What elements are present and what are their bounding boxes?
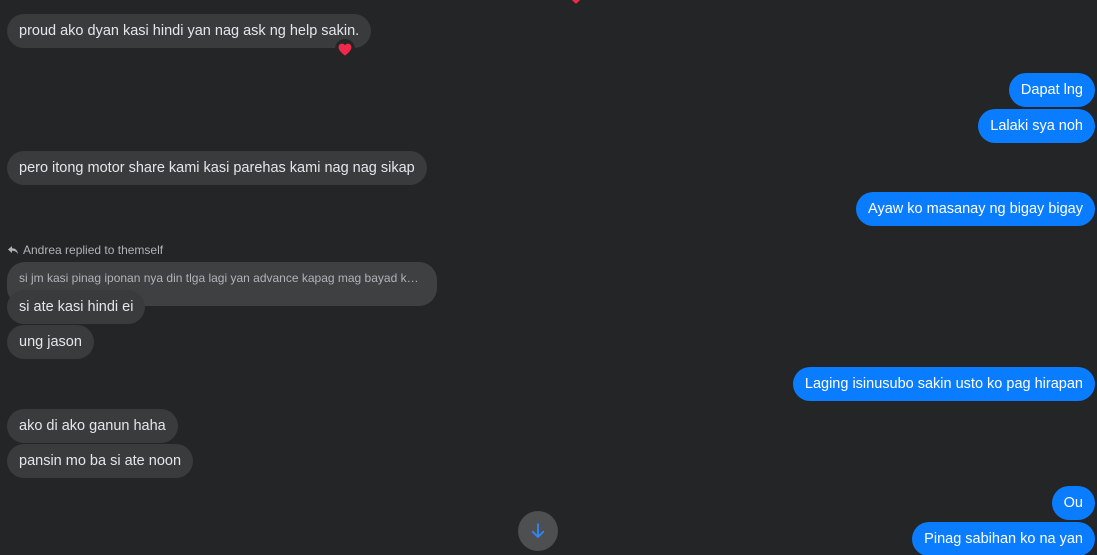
message-outgoing[interactable]: Ayaw ko masanay ng bigay bigay bbox=[856, 192, 1095, 226]
message-outgoing[interactable]: Laging isinusubo sakin usto ko pag hirap… bbox=[792, 367, 1095, 401]
message-incoming[interactable]: ung jason bbox=[7, 325, 94, 359]
message-outgoing[interactable]: Ou bbox=[1051, 486, 1095, 520]
reply-label: Andrea replied to themself bbox=[7, 242, 163, 258]
message-outgoing[interactable]: Pinag sabihan ko na yan bbox=[912, 522, 1095, 555]
message-incoming[interactable]: si ate kasi hindi ei bbox=[7, 290, 146, 324]
message-incoming[interactable]: ako di ako ganun haha bbox=[7, 409, 178, 443]
heart-icon[interactable] bbox=[568, 0, 584, 4]
scroll-to-bottom-button[interactable] bbox=[518, 511, 558, 551]
arrow-down-icon bbox=[531, 523, 545, 538]
message-incoming[interactable]: pansin mo ba si ate noon bbox=[7, 444, 194, 478]
reply-arrow-icon bbox=[8, 246, 18, 254]
chat-thread[interactable]: proud ako dyan kasi hindi yan nag ask ng… bbox=[0, 0, 1097, 555]
message-incoming[interactable]: pero itong motor share kami kasi parehas… bbox=[7, 151, 427, 185]
message-incoming[interactable]: proud ako dyan kasi hindi yan nag ask ng… bbox=[7, 14, 372, 48]
message-outgoing[interactable]: Lalaki sya noh bbox=[978, 109, 1095, 143]
heart-icon[interactable] bbox=[335, 39, 355, 59]
message-outgoing[interactable]: Dapat lng bbox=[1008, 73, 1095, 107]
reply-label-text: Andrea replied to themself bbox=[23, 243, 164, 257]
